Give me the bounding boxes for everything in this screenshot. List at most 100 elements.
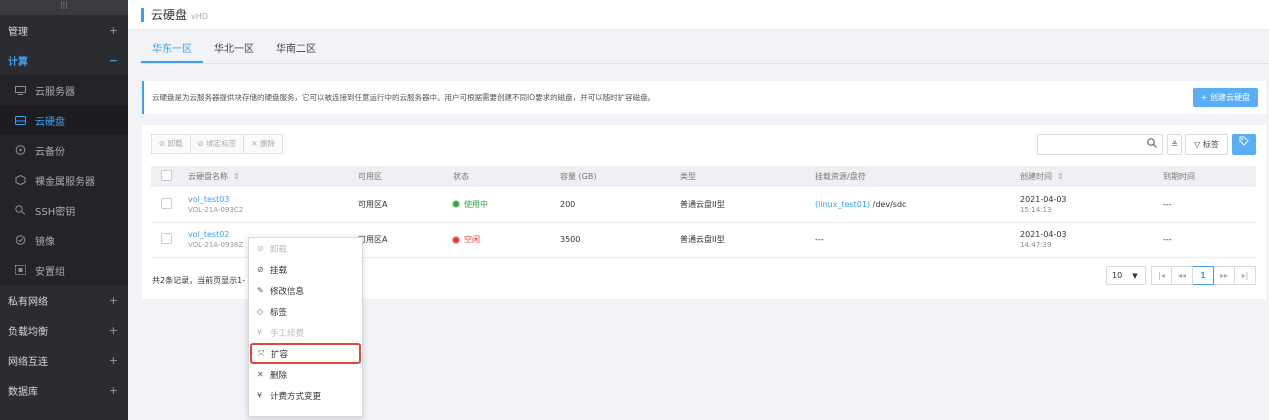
menu-item-edit-info[interactable]: ✎ 修改信息	[249, 280, 362, 301]
expire-cell: ---	[1163, 199, 1172, 209]
table-header-row: 云硬盘名称 ⇕ 可用区 状态 容量 (GB) 类型 挂载资源/盘符 创建时间 ⇕ 到…	[151, 166, 1256, 187]
sidebar-item-image[interactable]: 镜像	[0, 225, 128, 255]
column-header-zone: 可用区	[358, 172, 382, 181]
tab-south-china-2[interactable]: 华南二区	[265, 38, 327, 63]
unmount-button[interactable]: ⊘ 卸载	[151, 134, 191, 154]
bind-tag-button[interactable]: ⊘ 绑定标签	[190, 134, 245, 154]
tag-icon: ◇	[257, 307, 264, 316]
status-in-use-icon	[453, 201, 459, 208]
sidebar-item-label: 云服务器	[35, 86, 75, 98]
sidebar-item-label: 云备份	[35, 146, 65, 158]
collapse-icon: −	[108, 53, 118, 67]
disk-icon	[14, 115, 26, 125]
expand-icon: +	[108, 23, 118, 37]
chevron-down-icon: ▼	[1132, 272, 1138, 280]
sidebar-group-interconnect[interactable]: 网络互连 +	[0, 345, 128, 375]
backup-icon	[14, 145, 26, 155]
column-header-expire: 到期时间	[1163, 172, 1195, 181]
sidebar-item-bare-metal[interactable]: 裸金属服务器	[0, 165, 128, 195]
first-page-icon[interactable]: |◂	[1151, 266, 1172, 285]
tag-filter-button[interactable]: ▽ 标签	[1185, 134, 1228, 155]
expand-icon: +	[108, 293, 118, 307]
sidebar-group-label: 负载均衡	[8, 326, 48, 338]
menu-item-tag[interactable]: ◇ 标签	[249, 301, 362, 322]
menu-item-expand[interactable]: ⤧ 扩容	[250, 343, 361, 364]
link-icon: ⊘	[257, 265, 264, 274]
sidebar-grip[interactable]: |||	[0, 0, 128, 15]
sidebar-item-placement-group[interactable]: 安置组	[0, 255, 128, 285]
chevron-down-icon[interactable]: ≚	[1167, 134, 1182, 155]
monitor-icon	[14, 85, 26, 95]
column-header-capacity: 容量 (GB)	[560, 172, 597, 181]
sidebar-item-cloud-disk[interactable]: 云硬盘	[0, 105, 128, 135]
expand-icon: +	[108, 353, 118, 367]
menu-item-change-billing[interactable]: ¥ 计费方式变更	[249, 385, 362, 406]
sidebar-group-database[interactable]: 数据库 +	[0, 375, 128, 405]
capacity-cell: 200	[560, 199, 576, 209]
page-header: 云硬盘 vHD	[128, 0, 1269, 30]
expire-cell: ---	[1163, 235, 1172, 244]
info-banner: 云硬盘是为云服务器提供块存储的硬盘服务，它可以被连接到任意运行中的云服务器中。用…	[142, 81, 1266, 114]
page-subtitle: vHD	[191, 11, 208, 21]
delete-button[interactable]: ✕ 删除	[244, 134, 284, 154]
menu-item-unmount[interactable]: ⊘ 卸载	[249, 238, 362, 259]
capacity-cell: 3500	[560, 235, 581, 244]
prev-page-icon[interactable]: ◂◂	[1172, 266, 1193, 285]
menu-item-manual-renew[interactable]: ¥ 手工续费	[249, 322, 362, 343]
sort-icon[interactable]: ⇕	[233, 172, 240, 181]
region-tabs: 华东一区 华北一区 华南二区	[141, 38, 1269, 64]
cube-icon	[14, 175, 26, 185]
sidebar-item-ssh-key[interactable]: SSH密钥	[0, 195, 128, 225]
page-number-current[interactable]: 1	[1193, 266, 1214, 285]
mount-disk: /dev/sdc	[870, 199, 907, 209]
sidebar-group-manage[interactable]: 管理 +	[0, 15, 128, 45]
menu-item-mount[interactable]: ⊘ 挂载	[249, 259, 362, 280]
search-input[interactable]	[1038, 135, 1146, 154]
close-icon: ✕	[257, 370, 264, 379]
tag-icon[interactable]	[1232, 134, 1256, 155]
column-header-mount: 挂载资源/盘符	[815, 172, 866, 181]
info-text: 云硬盘是为云服务器提供块存储的硬盘服务，它可以被连接到任意运行中的云服务器中。用…	[152, 93, 656, 102]
sidebar-group-label: 计算	[8, 56, 28, 68]
status-idle-icon	[453, 236, 459, 243]
search-icon[interactable]	[1147, 138, 1157, 151]
sidebar-item-cloud-backup[interactable]: 云备份	[0, 135, 128, 165]
menu-item-delete[interactable]: ✕ 删除	[249, 364, 362, 385]
column-header-created[interactable]: 创建时间 ⇕	[1020, 166, 1163, 187]
disk-name-link[interactable]: vol_test03	[188, 195, 358, 204]
sidebar-group-vpc[interactable]: 私有网络 +	[0, 285, 128, 315]
zone-cell: 可用区A	[358, 199, 388, 209]
status-cell: 使用中	[453, 187, 560, 222]
sidebar-item-label: 安置组	[35, 266, 65, 278]
column-header-status: 状态	[453, 172, 469, 181]
tab-north-china-1[interactable]: 华北一区	[203, 38, 265, 63]
mount-server-link[interactable]: (linux_test01)	[815, 200, 870, 209]
search-box	[1037, 134, 1163, 155]
page-title: 云硬盘	[151, 8, 188, 22]
sidebar-item-cloud-server[interactable]: 云服务器	[0, 75, 128, 105]
mount-cell: (linux_test01) /dev/sdc	[815, 187, 1020, 222]
sort-icon[interactable]: ⇕	[1057, 172, 1064, 181]
title-accent-bar	[141, 7, 144, 22]
sidebar-group-label: 管理	[8, 26, 28, 38]
sidebar-item-label: 镜像	[35, 236, 55, 248]
sidebar: ||| 管理 + 计算 − 云服务器 云硬盘 云备份 裸金属服务器 SSH密钥 …	[0, 0, 128, 420]
created-cell: 2021-04-03 15:14:13	[1020, 194, 1067, 214]
sidebar-item-label: 云硬盘	[35, 116, 65, 128]
sidebar-group-compute[interactable]: 计算 −	[0, 45, 128, 75]
sidebar-group-load-balancer[interactable]: 负载均衡 +	[0, 315, 128, 345]
unlink-icon: ⊘	[257, 244, 264, 253]
last-page-icon[interactable]: ▸|	[1235, 266, 1256, 285]
created-cell: 2021-04-03 14:47:39	[1020, 230, 1067, 249]
row-checkbox[interactable]	[161, 233, 172, 244]
row-checkbox[interactable]	[161, 197, 172, 209]
column-header-name[interactable]: 云硬盘名称 ⇕	[188, 166, 358, 187]
select-all-checkbox[interactable]	[161, 170, 172, 181]
tab-east-china-1[interactable]: 华东一区	[141, 38, 203, 63]
zone-cell: 可用区A	[358, 235, 388, 244]
create-disk-button[interactable]: + 创建云硬盘	[1192, 88, 1258, 107]
next-page-icon[interactable]: ▸▸	[1214, 266, 1235, 285]
page-size-select[interactable]: 10 ▼	[1106, 266, 1146, 285]
sidebar-item-label: 裸金属服务器	[35, 176, 95, 188]
expand-icon: +	[108, 383, 118, 397]
